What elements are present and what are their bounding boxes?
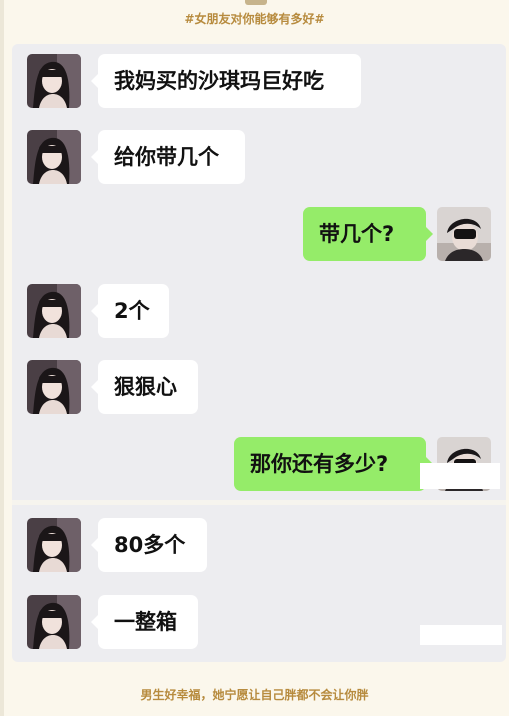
girl-avatar-icon[interactable] bbox=[27, 284, 81, 338]
message-bubble[interactable]: 一整箱 bbox=[91, 595, 198, 649]
message-bubble[interactable]: 狠狠心 bbox=[91, 360, 198, 414]
screenshot-page: #女朋友对你能够有多好# 我妈买的沙琪玛巨好吃 给你带几个 带几个? 2个 狠狠… bbox=[0, 0, 509, 716]
message-bubble-sent[interactable]: 带几个? bbox=[303, 207, 433, 261]
message-bubble[interactable]: 80多个 bbox=[91, 518, 207, 572]
boy-avatar-icon[interactable] bbox=[437, 207, 491, 261]
girl-avatar-icon[interactable] bbox=[27, 595, 81, 649]
redaction-patch bbox=[420, 625, 502, 645]
redaction-patch bbox=[420, 463, 500, 489]
message-bubble[interactable]: 我妈买的沙琪玛巨好吃 bbox=[91, 54, 361, 108]
chat-screenshot-1: 我妈买的沙琪玛巨好吃 给你带几个 带几个? 2个 狠狠心 那你还有多少? bbox=[12, 44, 506, 500]
message-bubble-sent[interactable]: 那你还有多少? bbox=[234, 437, 433, 491]
girl-avatar-icon[interactable] bbox=[27, 130, 81, 184]
chat-screenshot-2: 80多个 一整箱 bbox=[12, 505, 506, 662]
top-decoration bbox=[245, 0, 267, 5]
girl-avatar-icon[interactable] bbox=[27, 518, 81, 572]
girl-avatar-icon[interactable] bbox=[27, 360, 81, 414]
hashtag-title: #女朋友对你能够有多好# bbox=[184, 12, 325, 26]
message-bubble[interactable]: 2个 bbox=[91, 284, 169, 338]
left-edge-strip bbox=[0, 0, 4, 716]
message-bubble[interactable]: 给你带几个 bbox=[91, 130, 245, 184]
girl-avatar-icon[interactable] bbox=[27, 54, 81, 108]
footer-caption: 男生好幸福，她宁愿让自己胖都不会让你胖 bbox=[140, 688, 369, 702]
